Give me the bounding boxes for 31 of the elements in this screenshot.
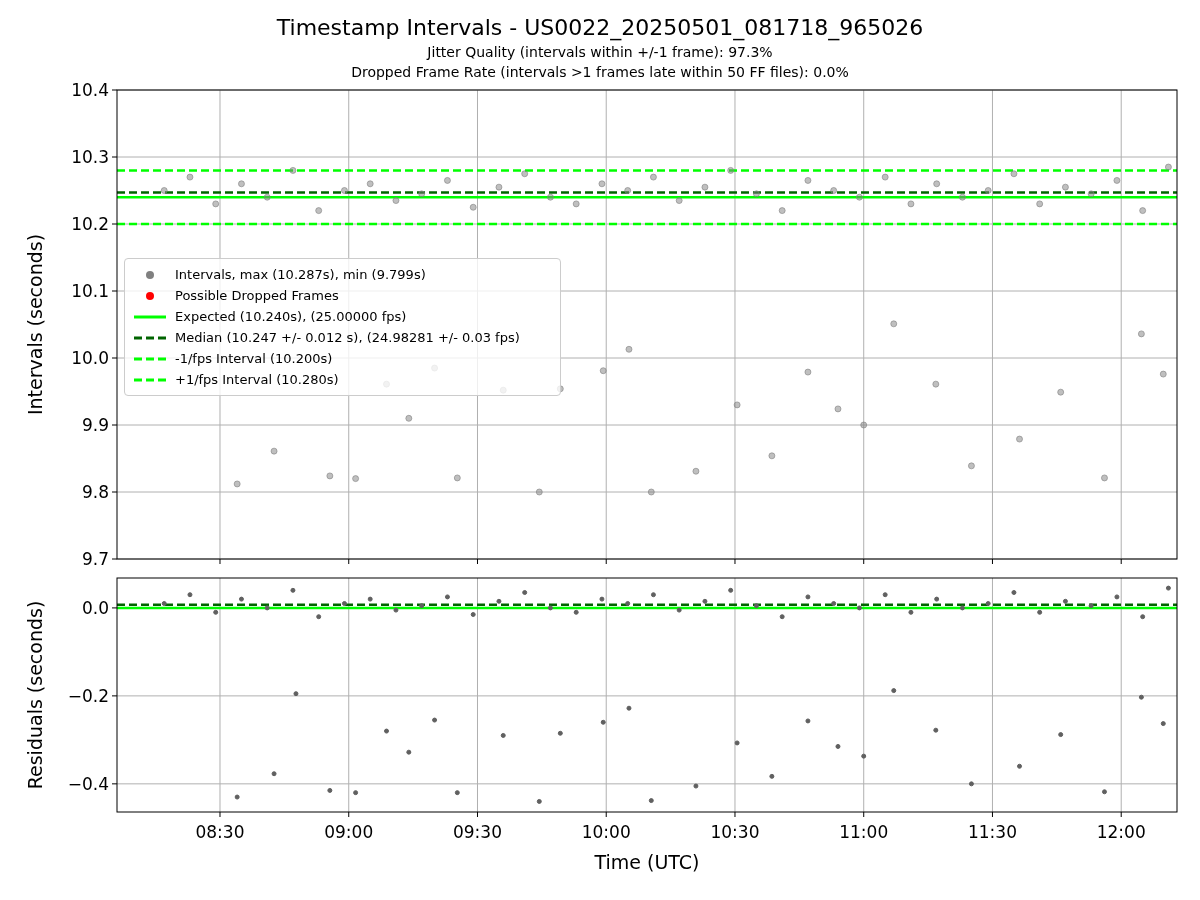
tick-label: 12:00: [1096, 822, 1146, 842]
legend-label: -1/fps Interval (10.200s): [175, 349, 333, 368]
tick-label: 9.7: [81, 549, 109, 569]
axis-title: Intervals (seconds): [24, 233, 46, 416]
tick-label: 09:30: [453, 822, 502, 842]
tick-label: 10.1: [71, 281, 109, 301]
tick-label: 10.0: [71, 348, 109, 368]
legend-label: +1/fps Interval (10.280s): [175, 370, 339, 389]
tick-label: 9.8: [81, 482, 109, 502]
tick-label: −0.4: [67, 773, 109, 794]
chart-subtitle: Dropped Frame Rate (intervals >1 frames late within 50 FF files): 0.0%: [351, 63, 849, 82]
axis-title: Time (UTC): [594, 851, 700, 873]
tick-label: 11:00: [839, 822, 889, 842]
tick-label: 0.0: [81, 597, 109, 618]
tick-label: 10.2: [71, 214, 109, 234]
chart-subtitle: Jitter Quality (intervals within +/-1 frame): 97.3%: [427, 43, 773, 62]
legend-label: Expected (10.240s), (25.00000 fps): [175, 307, 407, 326]
tick-label: 10.3: [71, 147, 109, 167]
axis-title: Residuals (seconds): [24, 600, 46, 790]
tick-label: 10:30: [710, 822, 760, 842]
legend-label: Intervals, max (10.287s), min (9.799s): [175, 265, 426, 284]
tick-label: 10:00: [581, 822, 631, 842]
tick-label: −0.2: [67, 685, 109, 706]
tick-label: 9.9: [81, 415, 109, 435]
legend-label: Possible Dropped Frames: [175, 286, 339, 305]
chart-title: Timestamp Intervals - US0022_20250501_081718_965026: [276, 14, 924, 42]
tick-label: 11:30: [967, 822, 1017, 842]
tick-label: 09:00: [324, 822, 374, 842]
tick-label: 08:30: [195, 822, 245, 842]
tick-label: 10.4: [71, 80, 109, 100]
legend-label: Median (10.247 +/- 0.012 s), (24.98281 +/- 0.03 fps): [175, 328, 520, 347]
